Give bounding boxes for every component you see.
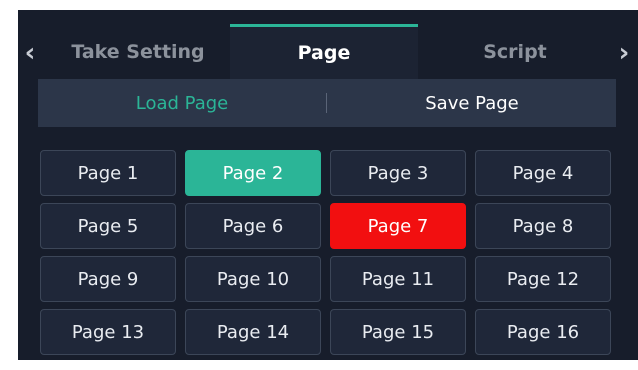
- page-button-15[interactable]: Page 15: [330, 309, 466, 355]
- save-page-button[interactable]: Save Page: [328, 79, 616, 127]
- page-button-14[interactable]: Page 14: [185, 309, 321, 355]
- action-divider: [326, 93, 327, 113]
- page-button-8[interactable]: Page 8: [475, 203, 611, 249]
- tab-bar: ‹ Take Setting Page Script ›: [18, 10, 638, 79]
- page-button-1[interactable]: Page 1: [40, 150, 176, 196]
- page-button-13[interactable]: Page 13: [40, 309, 176, 355]
- page-button-4[interactable]: Page 4: [475, 150, 611, 196]
- page-button-7[interactable]: Page 7: [330, 203, 466, 249]
- page-button-6[interactable]: Page 6: [185, 203, 321, 249]
- chevron-right-icon[interactable]: ›: [616, 40, 632, 66]
- page-panel: ‹ Take Setting Page Script › Load Page S…: [18, 10, 638, 360]
- page-button-3[interactable]: Page 3: [330, 150, 466, 196]
- load-page-button[interactable]: Load Page: [38, 79, 326, 127]
- page-grid: Page 1 Page 2 Page 3 Page 4 Page 5 Page …: [40, 150, 614, 356]
- page-button-12[interactable]: Page 12: [475, 256, 611, 302]
- chevron-left-icon[interactable]: ‹: [22, 40, 38, 66]
- page-button-10[interactable]: Page 10: [185, 256, 321, 302]
- tab-page[interactable]: Page: [230, 24, 418, 79]
- page-button-9[interactable]: Page 9: [40, 256, 176, 302]
- page-button-5[interactable]: Page 5: [40, 203, 176, 249]
- tab-take-setting[interactable]: Take Setting: [48, 24, 228, 79]
- page-button-16[interactable]: Page 16: [475, 309, 611, 355]
- page-action-bar: Load Page Save Page: [38, 79, 616, 127]
- page-button-11[interactable]: Page 11: [330, 256, 466, 302]
- page-button-2[interactable]: Page 2: [185, 150, 321, 196]
- tab-script[interactable]: Script: [420, 24, 610, 79]
